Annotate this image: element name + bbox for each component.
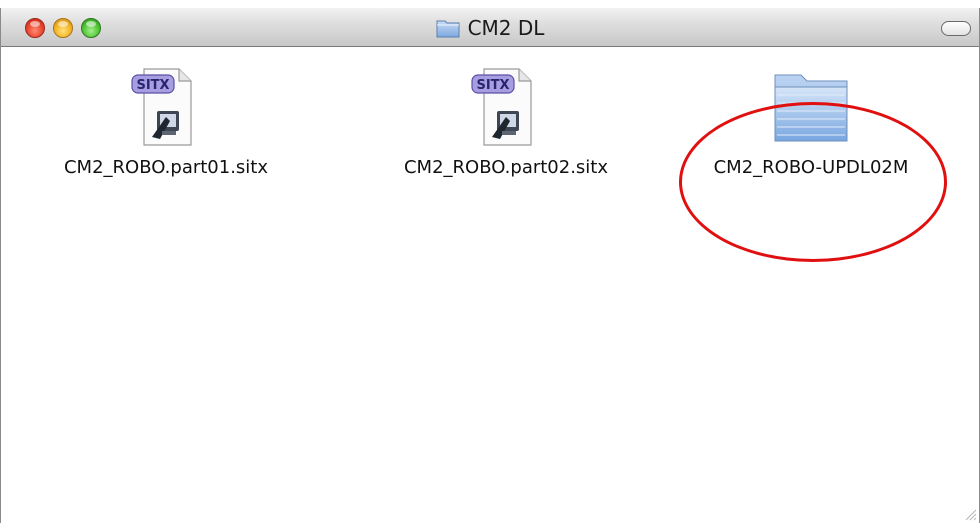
highlight-circle-annotation (679, 102, 947, 262)
finder-window: CM2 DL SITX CM2_ROBO.part01.sitx SITX CM… (0, 8, 980, 523)
resize-grip-icon[interactable] (963, 507, 977, 521)
window-titlebar[interactable]: CM2 DL (1, 8, 979, 47)
file-name-label: CM2_ROBO.part01.sitx (63, 157, 269, 178)
close-window-button[interactable] (25, 18, 45, 38)
zoom-window-button[interactable] (81, 18, 101, 38)
folder-contents[interactable]: SITX CM2_ROBO.part01.sitx SITX CM2_ROBO.… (1, 47, 979, 523)
file-badge-label: SITX (476, 78, 509, 93)
minimize-window-button[interactable] (53, 18, 73, 38)
window-title: CM2 DL (467, 15, 545, 40)
folder-icon (436, 20, 460, 37)
window-title-group: CM2 DL (1, 8, 979, 47)
file-name-label: CM2_ROBO.part02.sitx (403, 157, 609, 178)
file-item[interactable]: SITX CM2_ROBO.part02.sitx (371, 67, 641, 178)
stuffit-archive-icon: SITX (131, 68, 192, 146)
file-badge-label: SITX (136, 78, 169, 93)
stuffit-archive-icon: SITX (471, 68, 532, 146)
toolbar-toggle-button[interactable] (941, 21, 971, 36)
screenshot-page: CM2 DL SITX CM2_ROBO.part01.sitx SITX CM… (0, 0, 980, 524)
file-item[interactable]: SITX CM2_ROBO.part01.sitx (31, 67, 301, 178)
